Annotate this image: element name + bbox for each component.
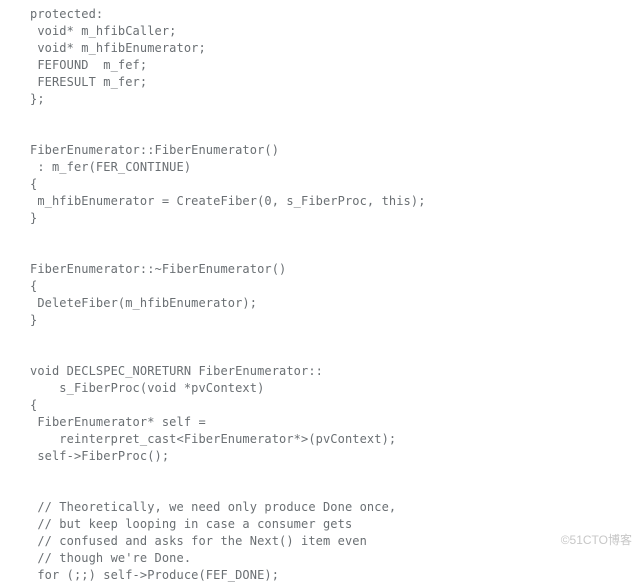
watermark: ©51CTO博客 [561,532,632,549]
code-block: protected: void* m_hfibCaller; void* m_h… [0,0,640,584]
